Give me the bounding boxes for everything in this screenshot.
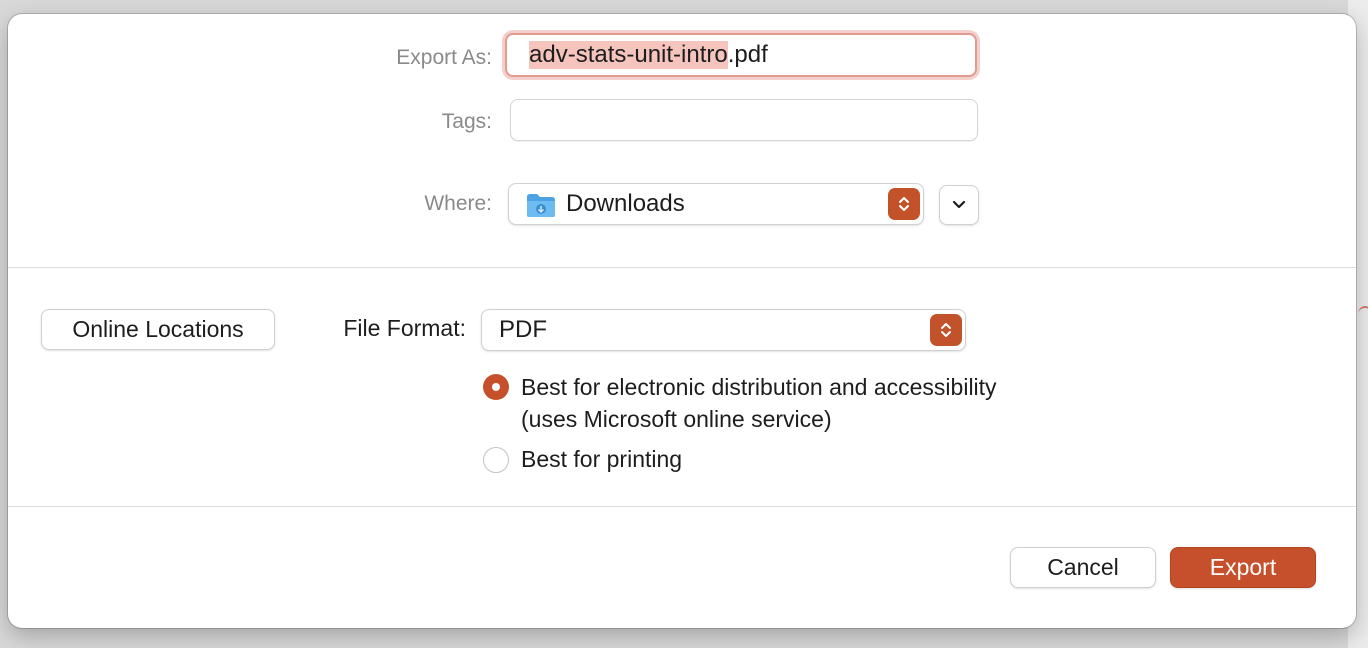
divider-top: [8, 267, 1356, 268]
filename-selected-text: adv-stats-unit-intro: [529, 41, 728, 69]
export-as-label: Export As:: [396, 46, 492, 69]
expand-button[interactable]: [939, 185, 979, 225]
divider-bottom: [8, 506, 1356, 507]
option-electronic-line2: (uses Microsoft online service): [521, 406, 832, 432]
where-stepper-icon: [888, 188, 920, 220]
radio-printing[interactable]: [483, 447, 509, 473]
file-format-value: PDF: [499, 316, 547, 343]
export-button[interactable]: Export: [1170, 547, 1316, 588]
where-popup[interactable]: Downloads: [508, 183, 924, 225]
export-dialog: Export As: adv-stats-unit-intro .pdf Tags…: [8, 14, 1356, 628]
file-format-label: File Format:: [343, 315, 466, 341]
option-printing-label: Best for printing: [521, 446, 683, 472]
chevron-down-icon: [952, 200, 966, 209]
where-label: Where:: [424, 192, 492, 215]
folder-icon: [526, 192, 556, 223]
file-format-stepper-icon: [930, 314, 962, 346]
export-as-field[interactable]: adv-stats-unit-intro .pdf: [505, 33, 977, 77]
tags-label: Tags:: [441, 110, 492, 133]
background-arc: [1358, 306, 1368, 322]
filename-extension: .pdf: [727, 41, 768, 68]
tags-field[interactable]: [510, 99, 978, 141]
radio-electronic-distribution[interactable]: [483, 374, 509, 400]
where-value: Downloads: [566, 190, 685, 217]
option-electronic-line1: Best for electronic distribution and acc…: [521, 374, 997, 400]
cancel-button[interactable]: Cancel: [1010, 547, 1156, 588]
file-format-popup[interactable]: PDF: [481, 309, 966, 351]
online-locations-button[interactable]: Online Locations: [41, 309, 275, 350]
